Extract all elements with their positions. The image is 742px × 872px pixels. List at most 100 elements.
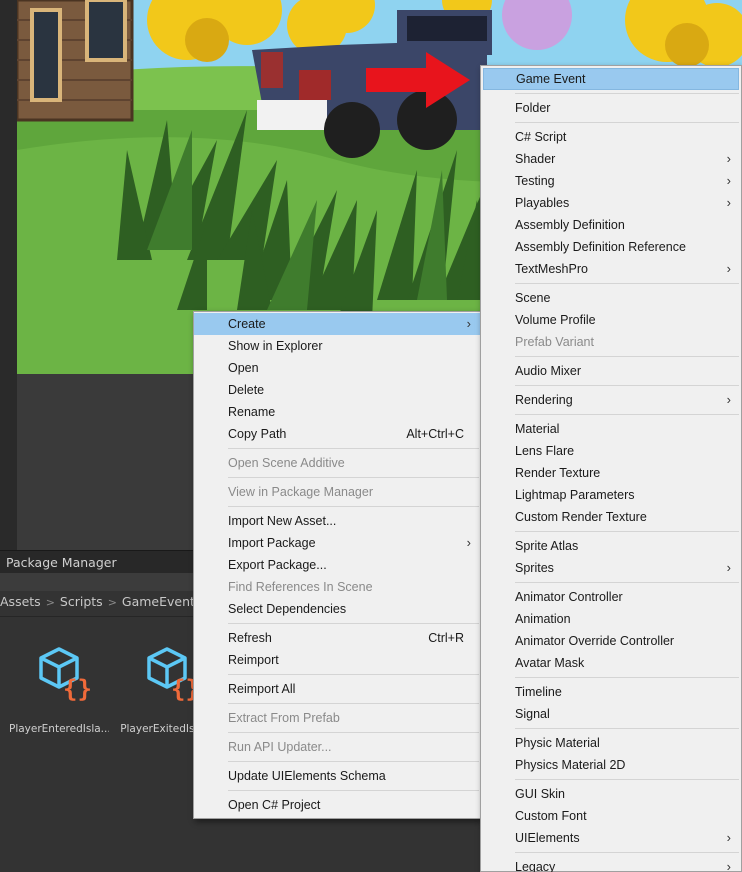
menu-item-label: Extract From Prefab [228,711,340,725]
create-menu-item-shader[interactable]: Shader › [481,148,741,170]
menu-separator [481,119,741,126]
menu-separator [194,700,481,707]
menu-item-label: Prefab Variant [515,335,594,349]
create-menu-item-sprites[interactable]: Sprites › [481,557,741,579]
menu-separator [481,528,741,535]
context-menu-item-open-c-project[interactable]: Open C# Project [194,794,481,816]
menu-item-label: Custom Render Texture [515,510,647,524]
menu-separator [481,725,741,732]
menu-item-label: TextMeshPro [515,262,588,276]
create-menu-item-physics-material-2d[interactable]: Physics Material 2D [481,754,741,776]
context-menu-item-export-package[interactable]: Export Package... [194,554,481,576]
context-menu-item-rename[interactable]: Rename [194,401,481,423]
create-menu-item-lens-flare[interactable]: Lens Flare [481,440,741,462]
create-menu-item-folder[interactable]: Folder [481,97,741,119]
menu-item-label: Physic Material [515,736,600,750]
create-menu-item-animator-override-controller[interactable]: Animator Override Controller [481,630,741,652]
breadcrumb-item[interactable]: Scripts [60,591,103,613]
create-menu-item-gui-skin[interactable]: GUI Skin [481,783,741,805]
menu-item-label: Lightmap Parameters [515,488,635,502]
context-menu-item-import-new-asset[interactable]: Import New Asset... [194,510,481,532]
create-menu-item-game-event[interactable]: Game Event [483,68,739,90]
context-menu-item-reimport[interactable]: Reimport [194,649,481,671]
create-menu-item-physic-material[interactable]: Physic Material [481,732,741,754]
menu-item-label: Game Event [516,72,586,86]
chevron-right-icon: › [466,535,471,550]
project-context-menu: Create › Show in Explorer Open Delete Rename C… [193,311,482,819]
menu-item-label: Import Package [228,536,316,550]
menu-separator [194,729,481,736]
menu-item-label: Create [228,317,266,331]
create-menu-item-lightmap-parameters[interactable]: Lightmap Parameters [481,484,741,506]
menu-item-label: Open C# Project [228,798,321,812]
menu-item-label: Show in Explorer [228,339,323,353]
menu-separator [194,787,481,794]
context-menu-item-import-package[interactable]: Import Package › [194,532,481,554]
chevron-right-icon: › [726,195,731,210]
create-menu-item-c-script[interactable]: C# Script [481,126,741,148]
breadcrumb-item[interactable]: Assets [0,591,41,613]
menu-item-label: Delete [228,383,265,397]
chevron-right-icon: > [107,596,117,609]
menu-item-label: Reimport [228,653,279,667]
menu-item-label: Refresh [228,631,272,645]
menu-separator [481,280,741,287]
menu-item-label: Playables [515,196,570,210]
context-menu-item-copy-path[interactable]: Copy Path Alt+Ctrl+C [194,423,481,445]
menu-separator [194,445,481,452]
menu-separator [194,474,481,481]
context-menu-item-open[interactable]: Open [194,357,481,379]
create-menu-item-audio-mixer[interactable]: Audio Mixer [481,360,741,382]
menu-separator [481,411,741,418]
menu-item-label: Open [228,361,259,375]
context-menu-item-update-uielements-schema[interactable]: Update UIElements Schema [194,765,481,787]
create-menu-item-sprite-atlas[interactable]: Sprite Atlas [481,535,741,557]
menu-separator [481,674,741,681]
menu-item-label: Folder [515,101,551,115]
create-menu-item-textmeshpro[interactable]: TextMeshPro › [481,258,741,280]
create-menu-item-assembly-definition-reference[interactable]: Assembly Definition Reference [481,236,741,258]
context-menu-item-show-in-explorer[interactable]: Show in Explorer [194,335,481,357]
context-menu-item-create[interactable]: Create › [194,313,481,335]
context-menu-item-select-dependencies[interactable]: Select Dependencies [194,598,481,620]
menu-item-label: Animator Override Controller [515,634,675,648]
create-menu-item-animator-controller[interactable]: Animator Controller [481,586,741,608]
create-menu-item-uielements[interactable]: UIElements › [481,827,741,849]
context-menu-item-refresh[interactable]: Refresh Ctrl+R [194,627,481,649]
create-menu-item-assembly-definition[interactable]: Assembly Definition [481,214,741,236]
menu-item-label: C# Script [515,130,567,144]
menu-separator [194,671,481,678]
create-menu-item-playables[interactable]: Playables › [481,192,741,214]
menu-item-shortcut: Ctrl+R [428,631,464,645]
create-menu-item-avatar-mask[interactable]: Avatar Mask [481,652,741,674]
create-menu-item-rendering[interactable]: Rendering › [481,389,741,411]
tab-package-manager[interactable]: Package Manager [0,551,123,574]
context-menu-item-delete[interactable]: Delete [194,379,481,401]
asset-label: PlayerEnteredIsla... [9,723,109,735]
menu-item-label: Update UIElements Schema [228,769,386,783]
create-menu-item-signal[interactable]: Signal [481,703,741,725]
chevron-right-icon: > [45,596,55,609]
create-menu-item-custom-font[interactable]: Custom Font [481,805,741,827]
menu-item-label: Open Scene Additive [228,456,345,470]
chevron-right-icon: › [726,261,731,276]
create-menu-item-material[interactable]: Material [481,418,741,440]
menu-item-label: Avatar Mask [515,656,585,670]
create-menu-item-testing[interactable]: Testing › [481,170,741,192]
menu-item-label: Testing [515,174,555,188]
breadcrumb: Assets > Scripts > GameEvents S [0,591,213,613]
context-menu-item-run-api-updater: Run API Updater... [194,736,481,758]
create-menu-item-volume-profile[interactable]: Volume Profile [481,309,741,331]
create-menu-item-custom-render-texture[interactable]: Custom Render Texture [481,506,741,528]
script-object-icon: {} [39,647,92,701]
create-menu-item-scene[interactable]: Scene [481,287,741,309]
menu-item-label: Import New Asset... [228,514,337,528]
create-menu-item-legacy[interactable]: Legacy › [481,856,741,872]
create-menu-item-timeline[interactable]: Timeline [481,681,741,703]
menu-item-label: Scene [515,291,551,305]
create-menu-item-render-texture[interactable]: Render Texture [481,462,741,484]
create-menu-item-animation[interactable]: Animation [481,608,741,630]
chevron-right-icon: › [726,392,731,407]
context-menu-item-reimport-all[interactable]: Reimport All [194,678,481,700]
menu-item-label: Audio Mixer [515,364,581,378]
